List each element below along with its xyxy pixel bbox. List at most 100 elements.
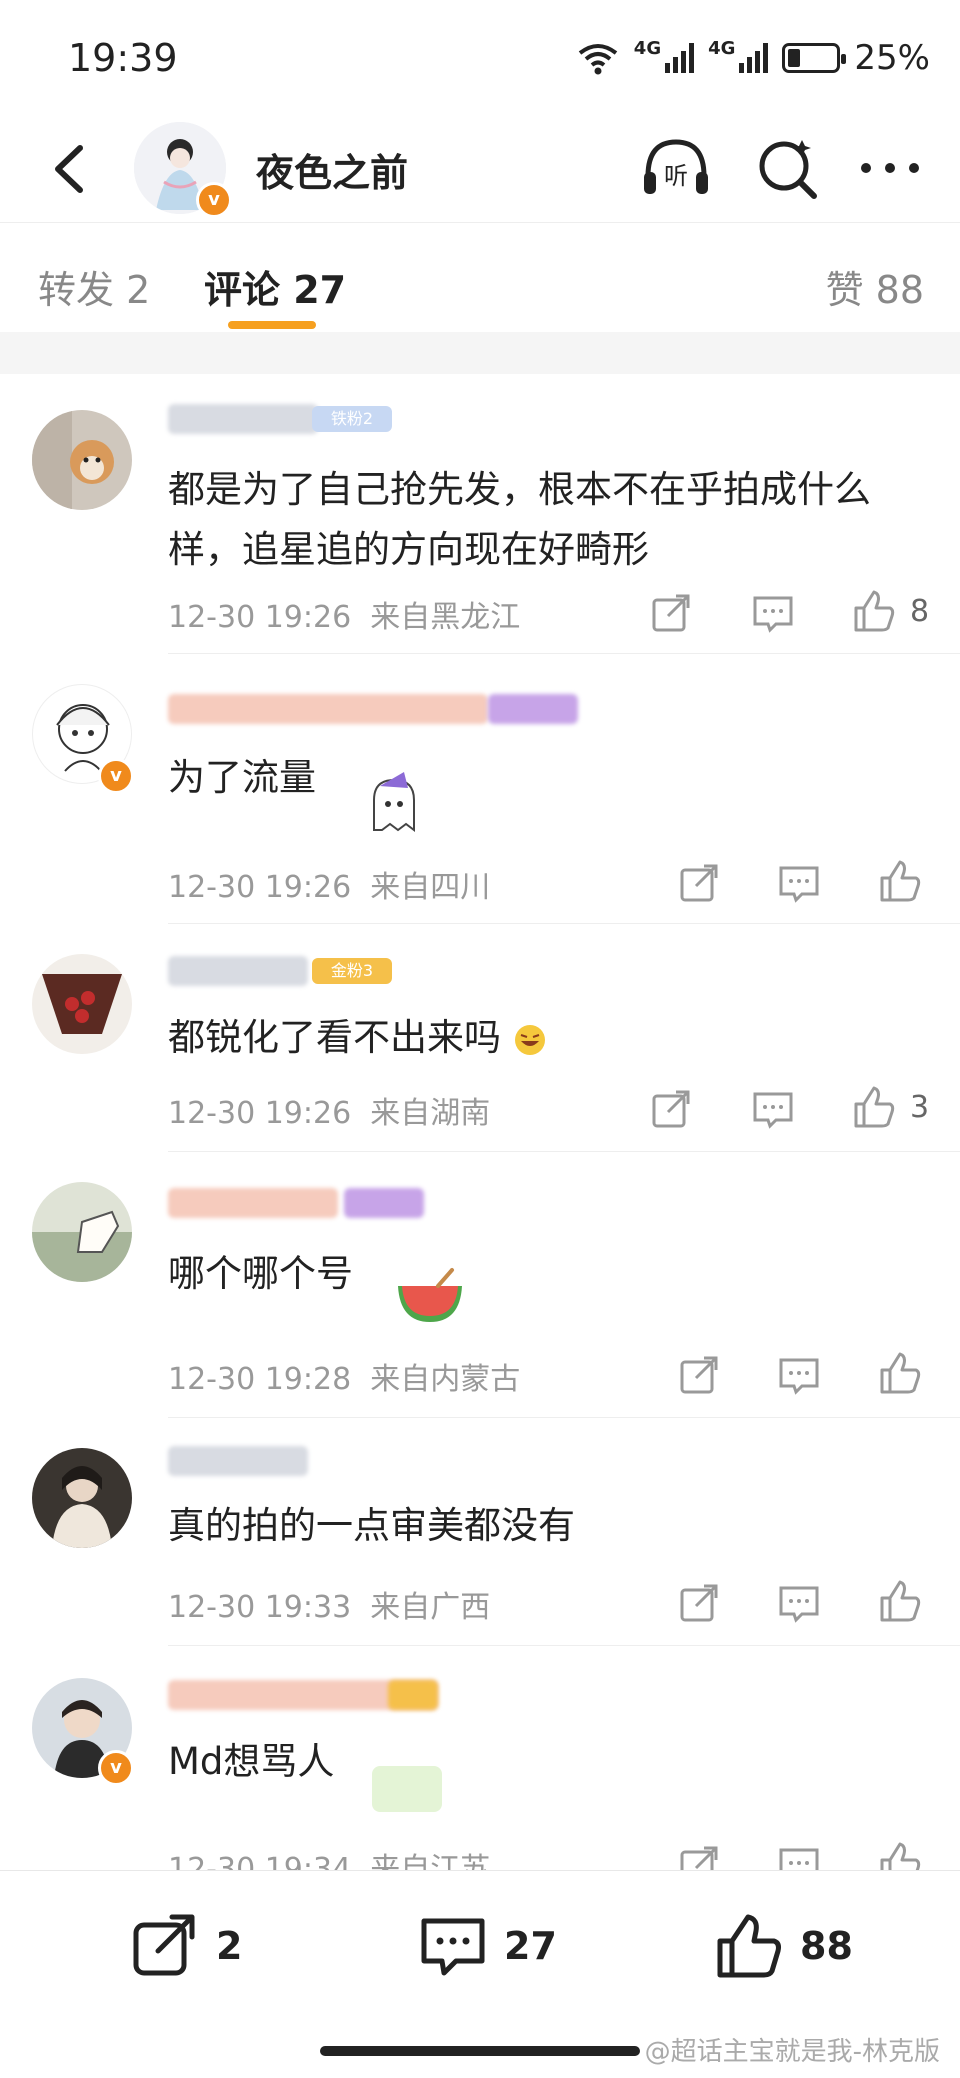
headphones-icon: 听 [644,139,708,194]
comment-text: 真的拍的一点审美都没有 [168,1504,575,1547]
more-icon[interactable] [852,130,928,206]
like-icon[interactable] [876,1350,922,1396]
comment-location: 来自广西 [370,1590,491,1625]
watermark: @超话主宝就是我-林克版 [644,2037,940,2067]
comment-item: 哪个哪个号 12-30 19:28 来自内蒙古 [0,1152,960,1418]
tab-bar: 转发 2 评论 27 赞 88 [0,222,960,334]
share-icon[interactable] [676,1842,722,1870]
reply-icon[interactable] [776,860,822,906]
comment-text: 都是为了自己抢先发，根本不在乎拍成什么样，追星追的方向现在好畸形 [168,468,871,571]
commenter-name-blurred[interactable] [168,956,308,986]
commenter-name-blurred[interactable] [168,404,318,434]
listen-label: 听 [664,162,688,190]
share-icon[interactable] [676,1580,722,1626]
signal-icon-1 [665,43,695,73]
avatar-image [32,1182,132,1282]
member-badge [488,694,578,724]
like-icon[interactable] [850,1084,896,1130]
like-button[interactable]: 88 [714,1911,853,1981]
search-icon[interactable] [750,130,826,206]
share-icon[interactable] [648,590,694,636]
comment-meta: 12-30 19:26 来自黑龙江 [168,592,520,636]
share-icon[interactable] [648,1086,694,1132]
laughing-emoji-icon [514,1024,545,1055]
commenter-avatar[interactable] [32,1448,132,1548]
infj-sticker [372,1766,442,1812]
comment-meta: 12-30 19:28 来自内蒙古 [168,1354,520,1398]
like-icon[interactable] [876,1578,922,1624]
comment-time: 12-30 19:26 [168,600,352,635]
reply-icon[interactable] [750,590,796,636]
comment-text: 都锐化了看不出来吗 [168,1008,908,1068]
comment-time: 12-30 19:28 [168,1362,352,1397]
status-icons: 4G 4G 25% [576,38,930,78]
commenter-avatar[interactable] [32,410,132,510]
reply-icon[interactable] [776,1842,822,1870]
comment-location: 来自四川 [370,870,491,905]
tab-likes[interactable]: 赞 88 [826,259,924,314]
tab-repost[interactable]: 转发 2 [38,259,150,314]
section-separator [0,332,960,374]
verified-badge: v [98,758,134,794]
avatar-image [32,1448,132,1548]
comment-item: 金粉3 都锐化了看不出来吗 12-30 19:26 来自湖南 3 [0,924,960,1152]
page-title: 夜色之前 [256,151,409,195]
thumbs-up-icon [717,1914,781,1978]
fan-badge-label: 金粉3 [330,961,374,980]
share-icon[interactable] [676,1352,722,1398]
like-icon[interactable] [876,858,922,904]
like-count: 3 [910,1090,930,1125]
member-badge [388,1680,438,1710]
comment-item: v Md想骂人 12-30 19:34 来自江苏 [0,1646,960,1870]
comment-meta: 12-30 19:26 来自四川 [168,862,490,906]
network-label-2: 4G [708,38,736,59]
status-bar: 19:39 4G 4G 25% [0,0,960,120]
comment-location: 来自黑龙江 [370,600,521,635]
back-arrow-icon[interactable] [36,134,106,204]
repost-count: 2 [216,1924,243,1968]
comment-count: 27 [504,1924,557,1968]
comment-button[interactable]: 27 [418,1911,557,1981]
fan-badge-label: 铁粉2 [330,409,374,428]
comment-time: 12-30 19:34 [168,1852,352,1870]
commenter-name-blurred[interactable] [168,694,488,724]
verified-badge: v [196,182,232,218]
commenter-name-blurred[interactable] [168,1446,308,1476]
verified-badge: v [98,1750,134,1786]
bottom-action-bar: 2 27 88 @超话主宝就是我-林克版 [0,1870,960,2078]
comment-text: Md想骂人 [168,1740,335,1783]
like-icon[interactable] [876,1840,922,1870]
battery-text: 25% [854,38,930,78]
reply-icon[interactable] [776,1352,822,1398]
avatar-image [32,954,132,1054]
commenter-name-blurred[interactable] [168,1188,338,1218]
comment-item: 真的拍的一点审美都没有 12-30 19:33 来自广西 [0,1418,960,1646]
signal-icon-2 [739,43,769,73]
repost-button[interactable]: 2 [130,1911,242,1981]
comment-text: 为了流量 [168,756,316,799]
comment-time: 12-30 19:33 [168,1590,352,1625]
share-icon[interactable] [676,860,722,906]
comment-time: 12-30 19:26 [168,1096,352,1131]
reply-icon[interactable] [776,1580,822,1626]
comment-meta: 12-30 19:26 来自湖南 [168,1088,490,1132]
like-count-total: 88 [800,1924,853,1968]
comment-location: 来自湖南 [370,1096,491,1131]
commenter-avatar[interactable] [32,1182,132,1282]
like-count: 8 [910,594,930,629]
repost-icon [133,1914,195,1976]
reply-icon[interactable] [750,1086,796,1132]
comment-bubble-icon [421,1918,485,1976]
fan-badge: 金粉3 [312,958,392,984]
wifi-icon [578,44,618,75]
network-label-1: 4G [633,38,662,59]
listen-button[interactable]: 听 [638,130,714,206]
commenter-avatar[interactable] [32,954,132,1054]
like-icon[interactable] [850,588,896,634]
member-badge [344,1188,424,1218]
comment-text: 哪个哪个号 [168,1252,353,1295]
home-indicator [320,2046,640,2056]
comment-time: 12-30 19:26 [168,870,352,905]
comment-location: 来自江苏 [370,1852,491,1870]
tab-comments[interactable]: 评论 27 [204,259,346,314]
